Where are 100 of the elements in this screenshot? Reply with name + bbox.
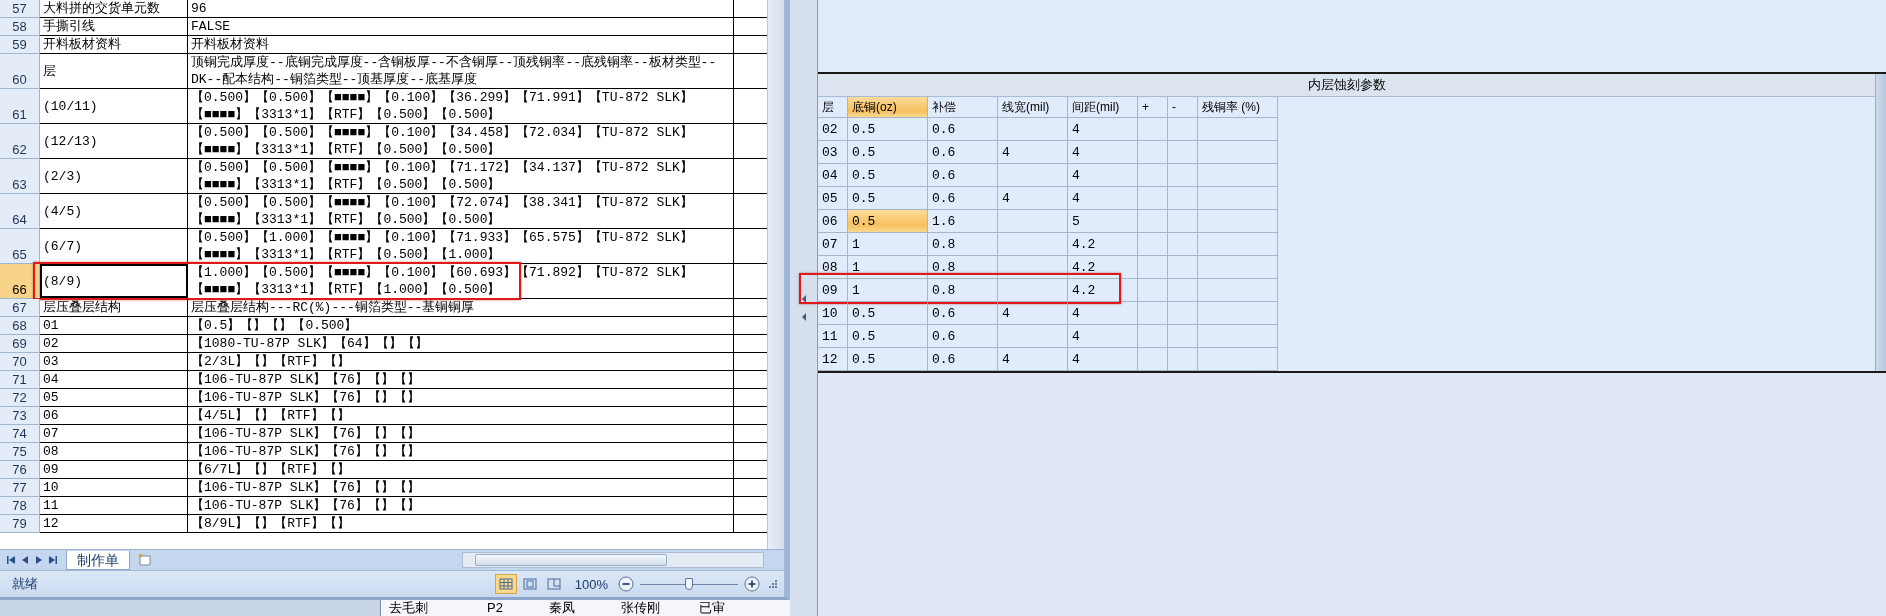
- grid-cell[interactable]: 02: [818, 118, 848, 141]
- grid-cell[interactable]: 0.6: [928, 141, 998, 164]
- column-header[interactable]: 线宽(mil): [998, 97, 1068, 118]
- grid-cell[interactable]: 0.5: [848, 325, 928, 348]
- empty-cell[interactable]: [1138, 279, 1168, 302]
- empty-cell[interactable]: [1168, 302, 1198, 325]
- row-number[interactable]: 76: [0, 461, 40, 479]
- empty-cell[interactable]: [1168, 187, 1198, 210]
- grid-cell[interactable]: 4: [1068, 302, 1138, 325]
- row-number[interactable]: 69: [0, 335, 40, 353]
- row-number[interactable]: 60: [0, 54, 40, 89]
- empty-cell[interactable]: [1198, 164, 1278, 187]
- row-number[interactable]: 61: [0, 89, 40, 124]
- grid-cell[interactable]: 0.5: [848, 141, 928, 164]
- empty-cell[interactable]: [1168, 325, 1198, 348]
- row-number[interactable]: 67: [0, 299, 40, 317]
- row-number[interactable]: 66: [0, 264, 40, 299]
- empty-cell[interactable]: [1168, 118, 1198, 141]
- empty-cell[interactable]: [1198, 256, 1278, 279]
- grid-cell[interactable]: 0.8: [928, 233, 998, 256]
- sheet-tab[interactable]: 制作单: [66, 550, 130, 570]
- grid-cell[interactable]: 0.6: [928, 187, 998, 210]
- empty-cell[interactable]: [1198, 187, 1278, 210]
- empty-cell[interactable]: [998, 256, 1068, 279]
- grid-cell[interactable]: 4: [1068, 164, 1138, 187]
- grid-cell[interactable]: 5: [1068, 210, 1138, 233]
- empty-cell[interactable]: [1168, 210, 1198, 233]
- grid-cell[interactable]: 4.2: [1068, 233, 1138, 256]
- grid-cell[interactable]: 0.6: [928, 164, 998, 187]
- grid-cell[interactable]: 03: [818, 141, 848, 164]
- row-number[interactable]: 58: [0, 18, 40, 36]
- empty-cell[interactable]: [1168, 164, 1198, 187]
- empty-cell[interactable]: [1138, 118, 1168, 141]
- empty-cell[interactable]: [1138, 187, 1168, 210]
- grid-cell[interactable]: 0.6: [928, 348, 998, 371]
- grid-cell[interactable]: 0.6: [928, 118, 998, 141]
- empty-cell[interactable]: [1198, 302, 1278, 325]
- empty-cell[interactable]: [998, 325, 1068, 348]
- row-number[interactable]: 70: [0, 353, 40, 371]
- grid-cell[interactable]: 07: [818, 233, 848, 256]
- empty-cell[interactable]: [998, 118, 1068, 141]
- grid-cell[interactable]: 12: [818, 348, 848, 371]
- grid-cell[interactable]: 11: [818, 325, 848, 348]
- row-number[interactable]: 74: [0, 425, 40, 443]
- grid-cell[interactable]: 1.6: [928, 210, 998, 233]
- grid-cell[interactable]: 05: [818, 187, 848, 210]
- empty-cell[interactable]: [1198, 118, 1278, 141]
- row-number[interactable]: 77: [0, 479, 40, 497]
- column-header[interactable]: 间距(mil): [1068, 97, 1138, 118]
- empty-cell[interactable]: [1138, 256, 1168, 279]
- row-number[interactable]: 59: [0, 36, 40, 54]
- grid-cell[interactable]: 4: [1068, 141, 1138, 164]
- grid-cell[interactable]: 4: [998, 348, 1068, 371]
- row-number[interactable]: 75: [0, 443, 40, 461]
- empty-cell[interactable]: [1168, 279, 1198, 302]
- grid-cell[interactable]: 4: [998, 187, 1068, 210]
- empty-cell[interactable]: [1138, 210, 1168, 233]
- grid-cell[interactable]: 1: [848, 279, 928, 302]
- grid-cell[interactable]: 09: [818, 279, 848, 302]
- grid-cell[interactable]: 1: [848, 256, 928, 279]
- empty-cell[interactable]: [1198, 210, 1278, 233]
- row-number[interactable]: 68: [0, 317, 40, 335]
- empty-cell[interactable]: [1168, 141, 1198, 164]
- empty-cell[interactable]: [1198, 141, 1278, 164]
- grid-cell[interactable]: 4: [1068, 348, 1138, 371]
- empty-cell[interactable]: [1168, 348, 1198, 371]
- column-header[interactable]: 残铜率 (%): [1198, 97, 1278, 118]
- empty-cell[interactable]: [1198, 325, 1278, 348]
- sheet-navigation-icon[interactable]: [4, 554, 60, 566]
- row-number[interactable]: 71: [0, 371, 40, 389]
- resize-grip-icon[interactable]: [768, 579, 778, 589]
- column-header[interactable]: 底铜(oz): [848, 97, 928, 118]
- row-number[interactable]: 57: [0, 0, 40, 18]
- empty-cell[interactable]: [1138, 141, 1168, 164]
- row-number[interactable]: 62: [0, 124, 40, 159]
- normal-view-button[interactable]: [494, 574, 517, 594]
- zoom-level-text[interactable]: 100%: [574, 576, 608, 592]
- grid-cell[interactable]: 0.6: [928, 325, 998, 348]
- grid-cell[interactable]: 0.5: [848, 348, 928, 371]
- empty-cell[interactable]: [1138, 325, 1168, 348]
- row-number[interactable]: 63: [0, 159, 40, 194]
- empty-cell[interactable]: [998, 164, 1068, 187]
- empty-cell[interactable]: [1138, 348, 1168, 371]
- grid-cell[interactable]: 0.8: [928, 279, 998, 302]
- empty-cell[interactable]: [1198, 279, 1278, 302]
- empty-cell[interactable]: [998, 233, 1068, 256]
- horizontal-scrollbar[interactable]: [462, 552, 764, 568]
- empty-cell[interactable]: [1138, 164, 1168, 187]
- grid-cell[interactable]: 08: [818, 256, 848, 279]
- grid-cell[interactable]: 4: [998, 141, 1068, 164]
- empty-cell[interactable]: [1138, 302, 1168, 325]
- splitter-handle-icon[interactable]: [801, 293, 807, 323]
- empty-cell[interactable]: [1138, 233, 1168, 256]
- vertical-scrollbar[interactable]: [767, 0, 784, 549]
- grid-cell[interactable]: 0.5: [848, 164, 928, 187]
- empty-cell[interactable]: [1198, 348, 1278, 371]
- row-number[interactable]: 72: [0, 389, 40, 407]
- splitter-bar[interactable]: [790, 0, 818, 616]
- column-header[interactable]: +: [1138, 97, 1168, 118]
- empty-cell[interactable]: [998, 210, 1068, 233]
